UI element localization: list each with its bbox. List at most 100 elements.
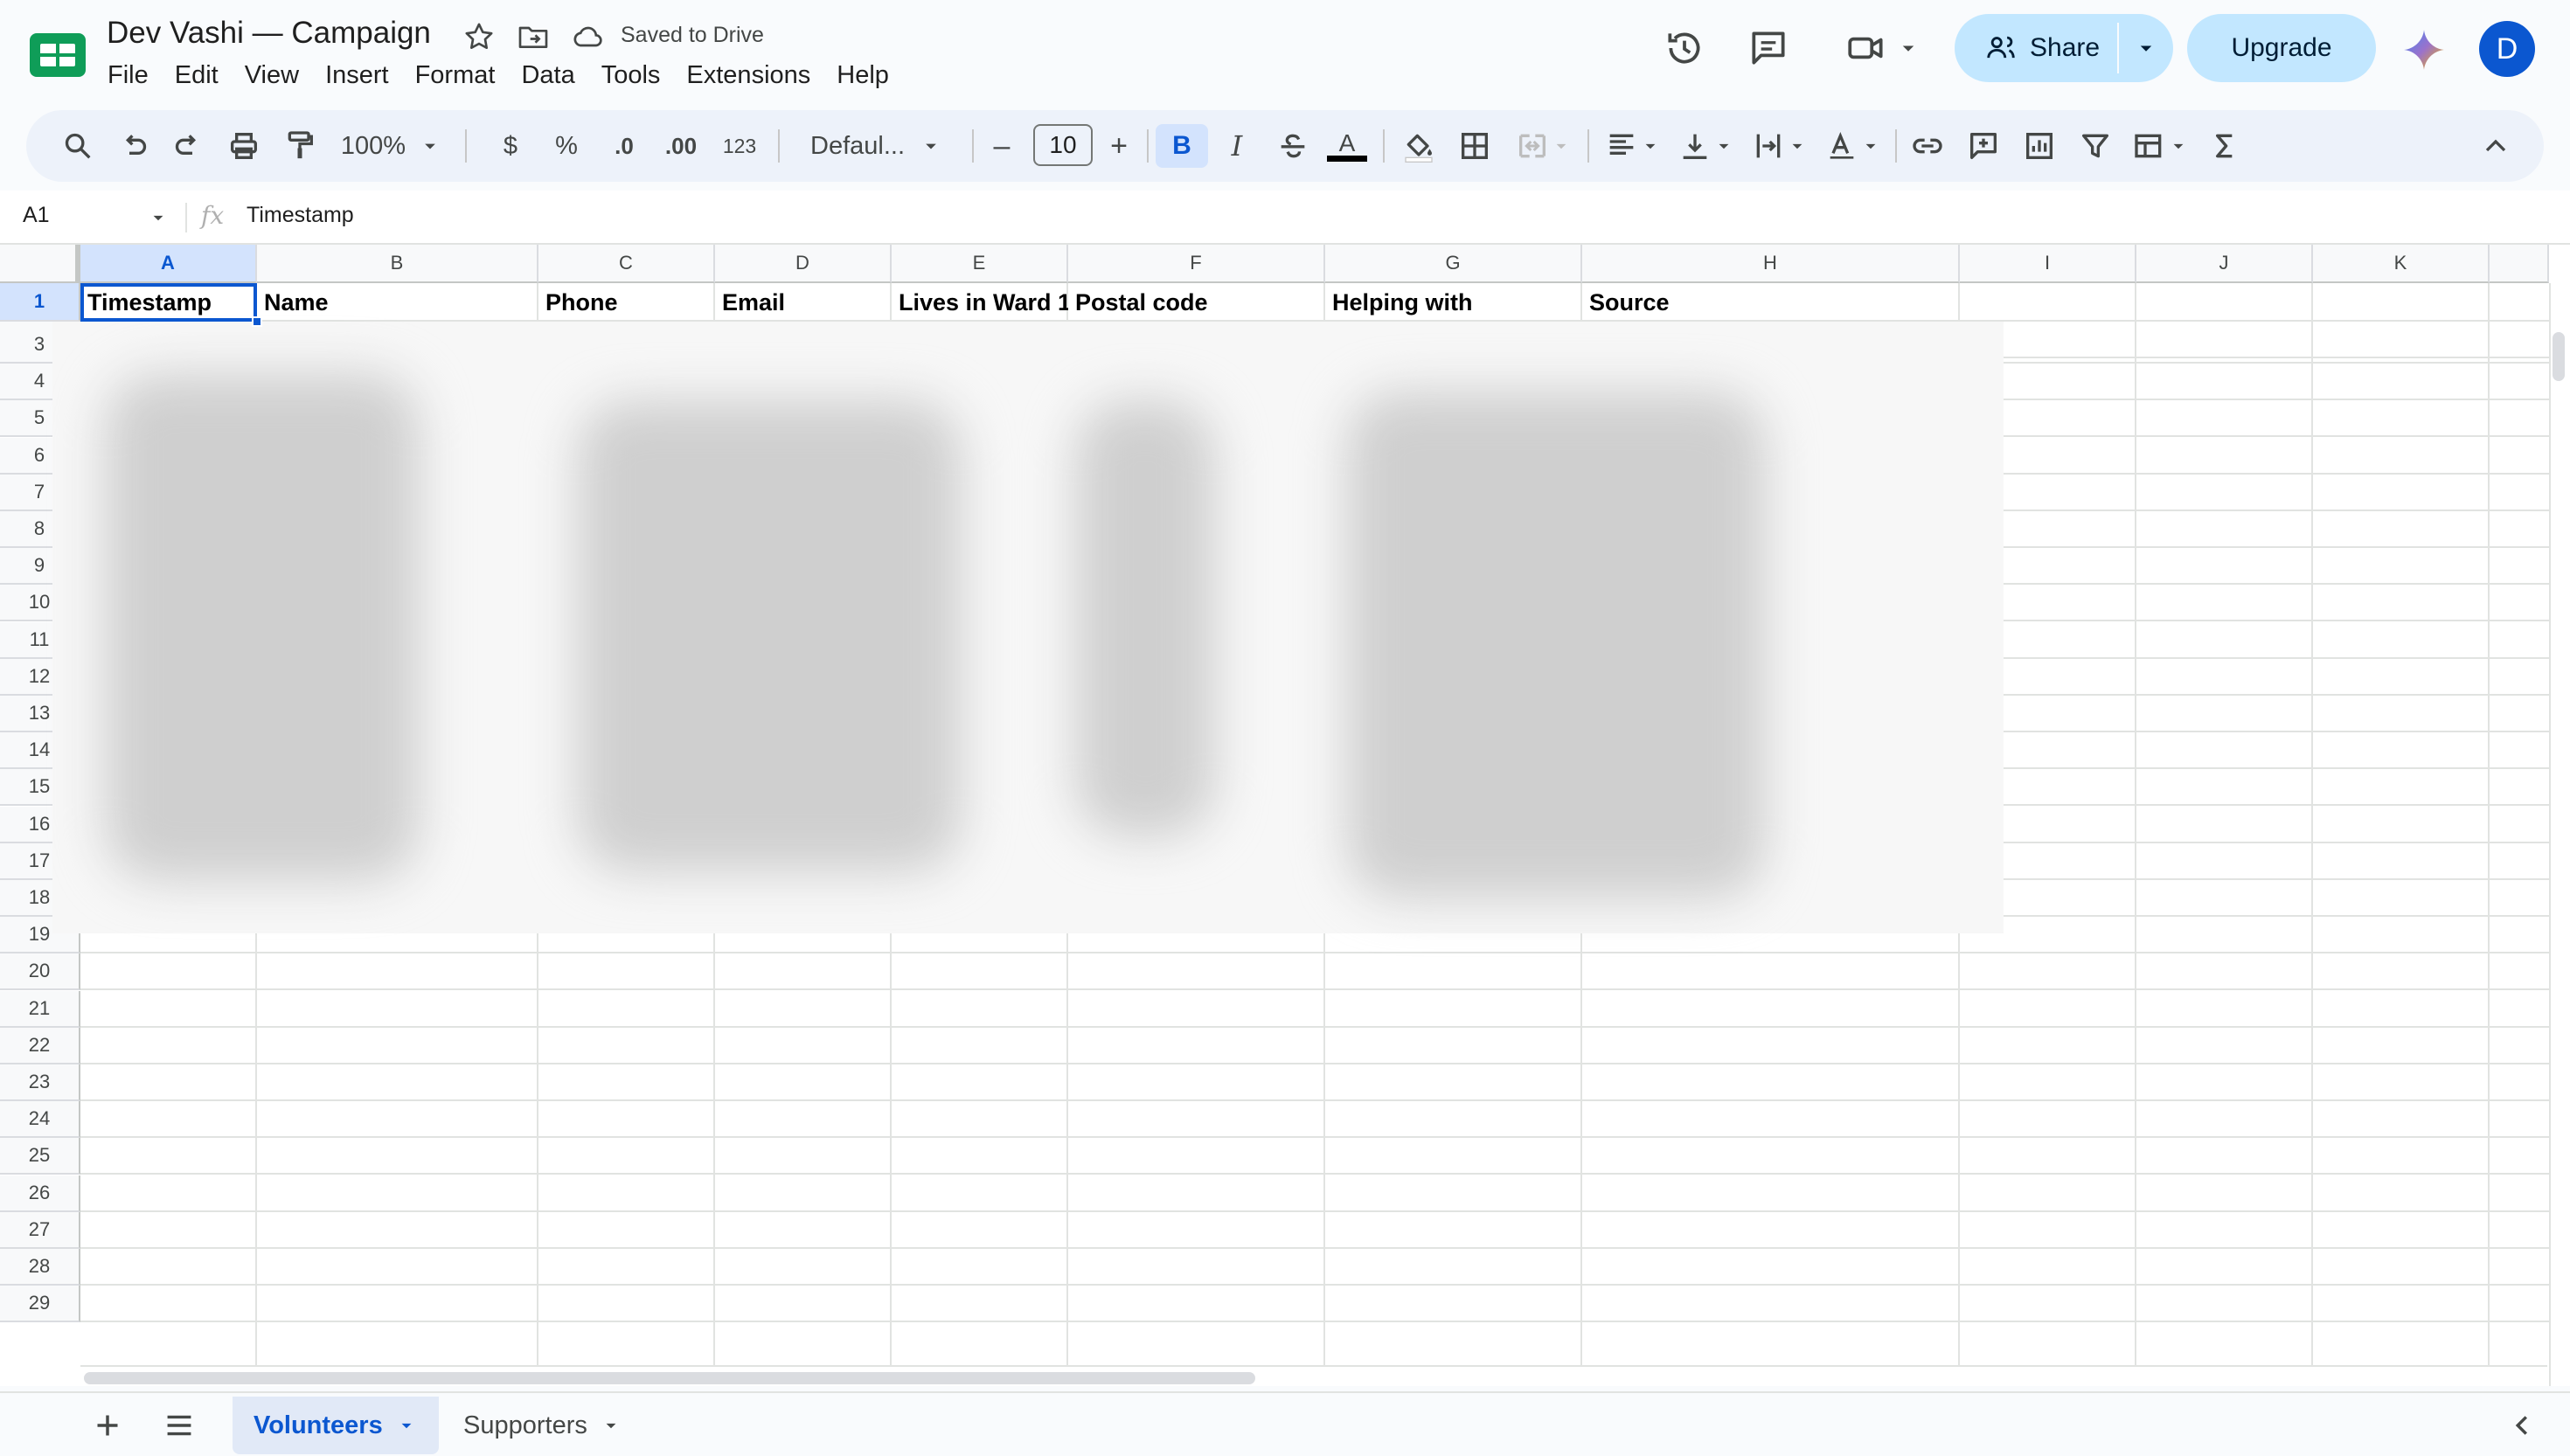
add-sheet-icon[interactable] xyxy=(87,1405,128,1446)
document-title[interactable]: Dev Vashi — Campaign xyxy=(107,16,431,51)
row-header-25[interactable]: 25 xyxy=(0,1138,80,1175)
column-header-e[interactable]: E xyxy=(892,245,1068,283)
row-header-1[interactable]: 1 xyxy=(0,283,80,322)
row-header-27[interactable]: 27 xyxy=(0,1211,80,1249)
horizontal-scroll-thumb[interactable] xyxy=(84,1372,1255,1384)
print-button[interactable] xyxy=(222,124,266,168)
cloud-saved-icon[interactable] xyxy=(570,19,605,54)
account-avatar[interactable]: D xyxy=(2479,21,2535,77)
row-header-26[interactable]: 26 xyxy=(0,1175,80,1212)
column-header-b[interactable]: B xyxy=(257,245,538,283)
menu-format[interactable]: Format xyxy=(402,58,509,96)
text-color-button[interactable]: A xyxy=(1323,124,1371,168)
functions-button[interactable] xyxy=(2203,124,2247,168)
decrease-font-size-button[interactable]: – xyxy=(981,124,1023,168)
cell-d1[interactable]: Email xyxy=(717,285,892,320)
horizontal-align-button[interactable] xyxy=(1600,124,1666,168)
column-header-f[interactable]: F xyxy=(1068,245,1325,283)
undo-button[interactable] xyxy=(112,124,156,168)
sheet-tab-supporters[interactable]: Supporters xyxy=(442,1397,643,1454)
decrease-decimal-button[interactable]: .0 xyxy=(598,124,650,168)
merge-cells-button[interactable] xyxy=(1509,124,1579,168)
share-options-button[interactable] xyxy=(2119,14,2173,82)
fill-color-button[interactable] xyxy=(1395,124,1442,168)
text-rotation-button[interactable] xyxy=(1820,124,1886,168)
menu-file[interactable]: File xyxy=(94,58,162,96)
paint-format-button[interactable] xyxy=(278,124,322,168)
chevron-left-icon[interactable] xyxy=(2502,1405,2542,1446)
column-header-j[interactable]: J xyxy=(2136,245,2313,283)
menu-insert[interactable]: Insert xyxy=(312,58,402,96)
vertical-align-button[interactable] xyxy=(1673,124,1740,168)
star-icon[interactable] xyxy=(462,19,497,54)
cell-f1[interactable]: Postal code xyxy=(1070,285,1323,320)
vertical-scrollbar[interactable] xyxy=(2549,283,2570,1386)
column-header-a[interactable]: A xyxy=(80,245,257,283)
chevron-down-icon[interactable] xyxy=(395,1414,418,1437)
cell-b1[interactable]: Name xyxy=(259,285,537,320)
italic-button[interactable]: I xyxy=(1215,124,1259,168)
row-header-23[interactable]: 23 xyxy=(0,1064,80,1101)
meet-dropdown-icon[interactable] xyxy=(1895,26,1921,70)
format-currency-button[interactable]: $ xyxy=(491,124,530,168)
chevron-down-icon[interactable] xyxy=(147,206,170,229)
insert-link-button[interactable] xyxy=(1906,124,1949,168)
zoom-select[interactable]: 100% xyxy=(336,124,448,168)
chevron-down-icon[interactable] xyxy=(600,1414,622,1437)
format-percent-button[interactable]: % xyxy=(547,124,586,168)
meet-video-icon[interactable] xyxy=(1844,26,1888,70)
filter-views-button[interactable] xyxy=(2128,124,2194,168)
row-header-21[interactable]: 21 xyxy=(0,990,80,1028)
vertical-scroll-thumb[interactable] xyxy=(2553,332,2565,381)
column-header-k[interactable]: K xyxy=(2313,245,2490,283)
menu-tools[interactable]: Tools xyxy=(588,58,674,96)
column-header-h[interactable]: H xyxy=(1582,245,1960,283)
more-formats-button[interactable]: 123 xyxy=(713,124,766,168)
column-header-d[interactable]: D xyxy=(715,245,892,283)
cell-c1[interactable]: Phone xyxy=(540,285,715,320)
upgrade-button[interactable]: Upgrade xyxy=(2187,14,2376,82)
row-header-24[interactable]: 24 xyxy=(0,1101,80,1139)
search-menus-button[interactable] xyxy=(56,124,100,168)
move-to-folder-icon[interactable] xyxy=(516,19,551,54)
gemini-sparkle-icon[interactable] xyxy=(2402,28,2446,72)
bold-button[interactable]: B xyxy=(1156,124,1208,168)
row-header-22[interactable]: 22 xyxy=(0,1027,80,1064)
borders-button[interactable] xyxy=(1453,124,1497,168)
increase-decimal-button[interactable]: .00 xyxy=(652,124,710,168)
font-size-input[interactable]: 10 xyxy=(1033,124,1093,166)
hide-menus-button[interactable] xyxy=(2474,124,2518,168)
all-sheets-menu-icon[interactable] xyxy=(159,1405,199,1446)
row-header-20[interactable]: 20 xyxy=(0,953,80,991)
cell-g1[interactable]: Helping with xyxy=(1327,285,1580,320)
menu-edit[interactable]: Edit xyxy=(162,58,232,96)
fill-handle[interactable] xyxy=(252,316,262,327)
redo-button[interactable] xyxy=(166,124,210,168)
column-header-c[interactable]: C xyxy=(538,245,715,283)
column-header-g[interactable]: G xyxy=(1325,245,1582,283)
cell-h1[interactable]: Source xyxy=(1584,285,1958,320)
font-family-select[interactable]: Defaul... xyxy=(794,124,960,168)
text-wrapping-button[interactable] xyxy=(1747,124,1813,168)
cell-e1[interactable]: Lives in Ward 1 xyxy=(893,285,1068,320)
row-header-29[interactable]: 29 xyxy=(0,1286,80,1323)
sheets-logo-icon[interactable] xyxy=(28,31,87,79)
version-history-icon[interactable] xyxy=(1663,26,1706,70)
menu-extensions[interactable]: Extensions xyxy=(673,58,823,96)
name-box[interactable]: A1 xyxy=(23,203,50,228)
formula-input[interactable]: Timestamp xyxy=(247,203,354,228)
insert-comment-button[interactable] xyxy=(1962,124,2005,168)
insert-chart-button[interactable] xyxy=(2018,124,2061,168)
share-button[interactable]: Share xyxy=(1955,14,2117,82)
column-header-i[interactable]: I xyxy=(1960,245,2136,283)
select-all-corner[interactable] xyxy=(0,245,80,283)
row-header-28[interactable]: 28 xyxy=(0,1249,80,1286)
comments-icon[interactable] xyxy=(1747,26,1790,70)
strikethrough-button[interactable] xyxy=(1271,124,1315,168)
sheet-tab-volunteers[interactable]: Volunteers xyxy=(233,1397,439,1454)
menu-data[interactable]: Data xyxy=(508,58,587,96)
create-filter-button[interactable] xyxy=(2073,124,2117,168)
spreadsheet-grid[interactable]: A B C D E F G H I J K 123456789101112131… xyxy=(0,245,2570,1386)
menu-view[interactable]: View xyxy=(232,58,312,96)
menu-help[interactable]: Help xyxy=(823,58,902,96)
